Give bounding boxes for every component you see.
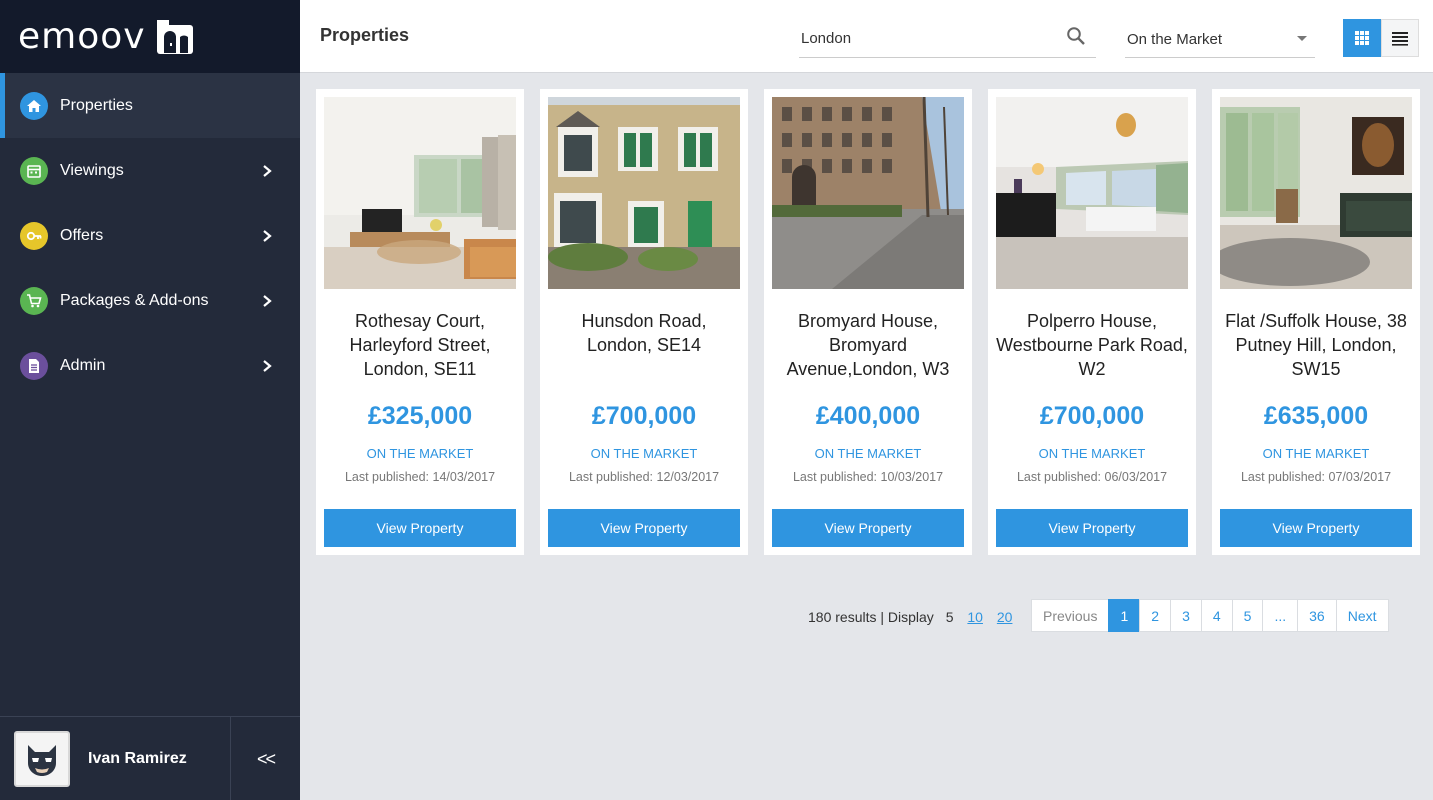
property-card: Hunsdon Road, London, SE14 £700,000 ON T… [540,89,748,555]
sidebar-item-label: Properties [60,96,133,114]
status-filter-select[interactable]: On the Market [1125,18,1315,58]
page-ellipsis: ... [1262,599,1299,632]
property-price: £700,000 [591,402,697,430]
page-button-1[interactable]: 1 [1108,599,1141,632]
caret-down-icon [1297,36,1307,41]
display-option-20[interactable]: 20 [997,609,1013,625]
last-published: Last published: 12/03/2017 [568,470,720,484]
logo-text: emoov [18,16,146,57]
calendar-icon [20,156,48,185]
last-published: Last published: 10/03/2017 [792,470,944,484]
avatar[interactable] [14,730,70,787]
sidebar-item-properties[interactable]: Properties [0,73,300,138]
page-button-36[interactable]: 36 [1297,599,1337,632]
property-grid: Rothesay Court, Harleyford Street, Londo… [316,89,1420,555]
grid-view-button[interactable] [1343,19,1381,57]
display-current: 5 [945,609,954,625]
chevron-right-icon [263,359,272,372]
sidebar-item-packages[interactable]: Packages & Add-ons [0,268,300,333]
batman-avatar-icon [28,744,56,776]
page-button-3[interactable]: 3 [1170,599,1202,632]
property-status: ON THE MARKET [1038,446,1146,461]
page-title: Properties [320,25,410,45]
property-address: Rothesay Court, Harleyford Street, Londo… [349,311,491,379]
list-icon [1392,32,1408,46]
page-button-5[interactable]: 5 [1231,599,1264,632]
property-status: ON THE MARKET [1262,446,1370,461]
collapse-sidebar-button[interactable]: << [230,717,300,800]
property-card: Bromyard House, Bromyard Avenue,London, … [764,89,972,555]
property-photo[interactable] [772,97,964,289]
property-address: Hunsdon Road, London, SE14 [581,311,707,355]
chevron-right-icon [263,294,272,307]
logo[interactable]: emoov [0,0,300,73]
view-property-button[interactable]: View Property [548,509,740,547]
sidebar: emoov Properties Viewings Offers Package… [0,0,300,800]
property-price: £635,000 [1263,402,1369,430]
pagination: Previous 1 2 3 4 5 ... 36 Next [1031,599,1389,632]
view-property-button[interactable]: View Property [1220,509,1412,547]
view-property-button[interactable]: View Property [324,509,516,547]
results-count: 180 results | Display [808,609,934,625]
property-photo[interactable] [548,97,740,289]
last-published: Last published: 07/03/2017 [1240,470,1392,484]
key-icon [20,221,48,250]
search-icon[interactable] [1066,26,1086,46]
sidebar-item-offers[interactable]: Offers [0,203,300,268]
top-header: Properties On the Market [300,0,1433,73]
property-card: Flat /Suffolk House, 38 Putney Hill, Lon… [1212,89,1420,555]
sidebar-item-admin[interactable]: Admin [0,333,300,398]
document-icon [20,351,48,380]
view-property-button[interactable]: View Property [996,509,1188,547]
property-price: £325,000 [367,402,473,430]
property-price: £400,000 [815,402,921,430]
sidebar-item-label: Offers [60,226,104,244]
page-button-2[interactable]: 2 [1139,599,1172,632]
search-input[interactable] [801,30,1051,47]
sidebar-nav: Properties Viewings Offers Packages & Ad… [0,73,300,398]
cart-icon [20,286,48,315]
house-logo-icon [156,19,193,54]
list-view-button[interactable] [1381,19,1419,57]
property-card: Polperro House, Westbourne Park Road, W2… [988,89,1196,555]
view-property-button[interactable]: View Property [772,509,964,547]
sidebar-item-label: Packages & Add-ons [60,291,209,309]
property-status: ON THE MARKET [590,446,698,461]
status-filter-value: On the Market [1127,31,1223,48]
home-icon [20,91,48,120]
previous-page-button[interactable]: Previous [1031,599,1110,632]
search-box [799,18,1096,58]
grid-icon [1355,31,1369,45]
property-address: Polperro House, Westbourne Park Road, W2 [996,311,1188,379]
property-photo[interactable] [996,97,1188,289]
page-button-4[interactable]: 4 [1200,599,1233,632]
sidebar-item-label: Admin [60,356,106,374]
display-option-10[interactable]: 10 [967,609,983,625]
property-card: Rothesay Court, Harleyford Street, Londo… [316,89,524,555]
user-name: Ivan Ramirez [88,749,187,767]
chevron-right-icon [263,229,272,242]
sidebar-item-label: Viewings [60,161,124,179]
property-photo[interactable] [324,97,516,289]
chevron-right-icon [263,164,272,177]
last-published: Last published: 06/03/2017 [1016,470,1168,484]
sidebar-item-viewings[interactable]: Viewings [0,138,300,203]
user-bar: Ivan Ramirez << [0,716,300,800]
property-price: £700,000 [1039,402,1145,430]
property-photo[interactable] [1220,97,1412,289]
property-address: Flat /Suffolk House, 38 Putney Hill, Lon… [1225,311,1407,379]
results-summary: 180 results | Display 5 10 20 [808,609,1022,625]
property-status: ON THE MARKET [814,446,922,461]
last-published: Last published: 14/03/2017 [344,470,496,484]
property-address: Bromyard House, Bromyard Avenue,London, … [786,311,950,379]
property-status: ON THE MARKET [366,446,474,461]
next-page-button[interactable]: Next [1335,599,1389,632]
